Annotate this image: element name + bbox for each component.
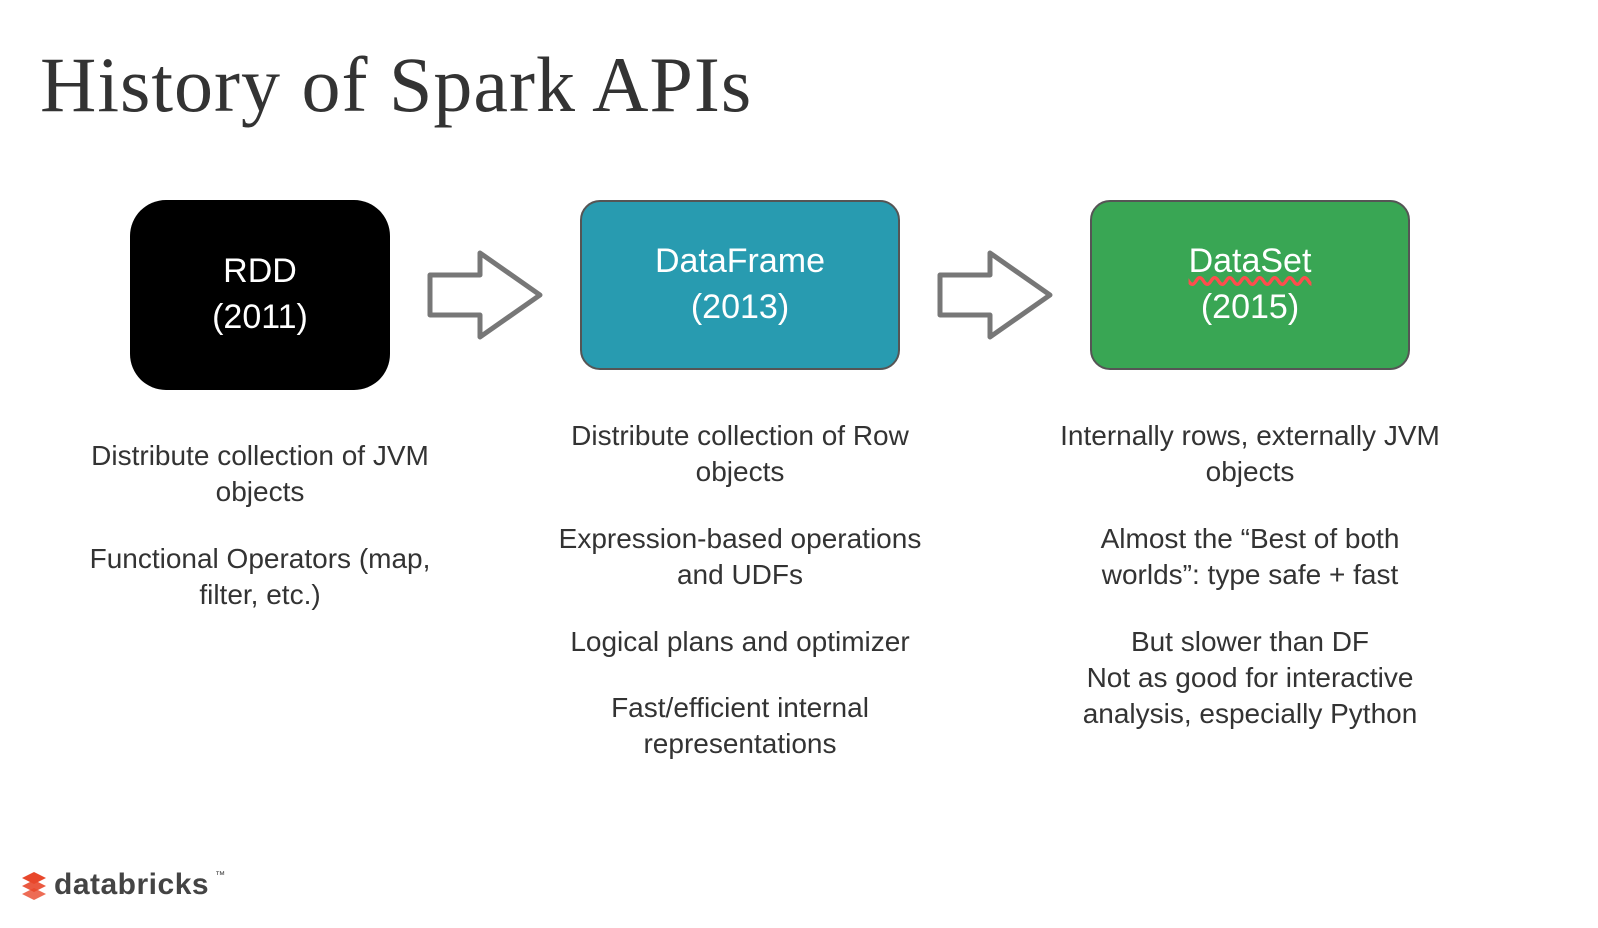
arrow-right-icon [425, 245, 545, 345]
box-df: DataFrame (2013) [580, 200, 900, 370]
arrow-1 [420, 200, 550, 390]
desc-df-0: Distribute collection of Row objects [540, 418, 940, 491]
desc-ds-0: Internally rows, externally JVM objects [1050, 418, 1450, 491]
trademark-icon: ™ [215, 870, 225, 881]
desc-ds-1: Almost the “Best of both worlds”: type s… [1050, 521, 1450, 594]
desc-ds-2: But slower than DF Not as good for inter… [1050, 624, 1450, 733]
desc-df-2: Logical plans and optimizer [540, 624, 940, 660]
box-rdd-year: (2011) [212, 295, 308, 341]
desc-ds: Internally rows, externally JVM objects … [1050, 418, 1450, 763]
timeline-row: RDD (2011) Distribute collection of JVM … [40, 200, 1558, 793]
desc-df-3: Fast/efficient internal representations [540, 690, 940, 763]
box-ds-name: DataSet [1189, 239, 1312, 285]
arrow-right-icon [935, 245, 1055, 345]
box-rdd: RDD (2011) [130, 200, 390, 390]
desc-rdd-0: Distribute collection of JVM objects [80, 438, 440, 511]
desc-rdd-1: Functional Operators (map, filter, etc.) [80, 541, 440, 614]
col-rdd: RDD (2011) Distribute collection of JVM … [100, 200, 420, 644]
databricks-icon [20, 870, 48, 900]
desc-df: Distribute collection of Row objects Exp… [540, 418, 940, 793]
slide-title: History of Spark APIs [40, 40, 1558, 130]
arrow-2 [930, 200, 1060, 390]
brand-logo: databricks ™ [20, 868, 225, 902]
box-rdd-name: RDD [223, 249, 297, 295]
box-ds-year: (2015) [1201, 285, 1299, 331]
box-ds: DataSet (2015) [1090, 200, 1410, 370]
col-df: DataFrame (2013) Distribute collection o… [550, 200, 930, 793]
slide: History of Spark APIs RDD (2011) Distrib… [0, 0, 1598, 928]
box-df-name: DataFrame [655, 239, 825, 285]
brand-name: databricks [54, 868, 209, 902]
box-df-year: (2013) [691, 285, 789, 331]
desc-rdd: Distribute collection of JVM objects Fun… [80, 438, 440, 644]
desc-df-1: Expression-based operations and UDFs [540, 521, 940, 594]
col-ds: DataSet (2015) Internally rows, external… [1060, 200, 1440, 763]
